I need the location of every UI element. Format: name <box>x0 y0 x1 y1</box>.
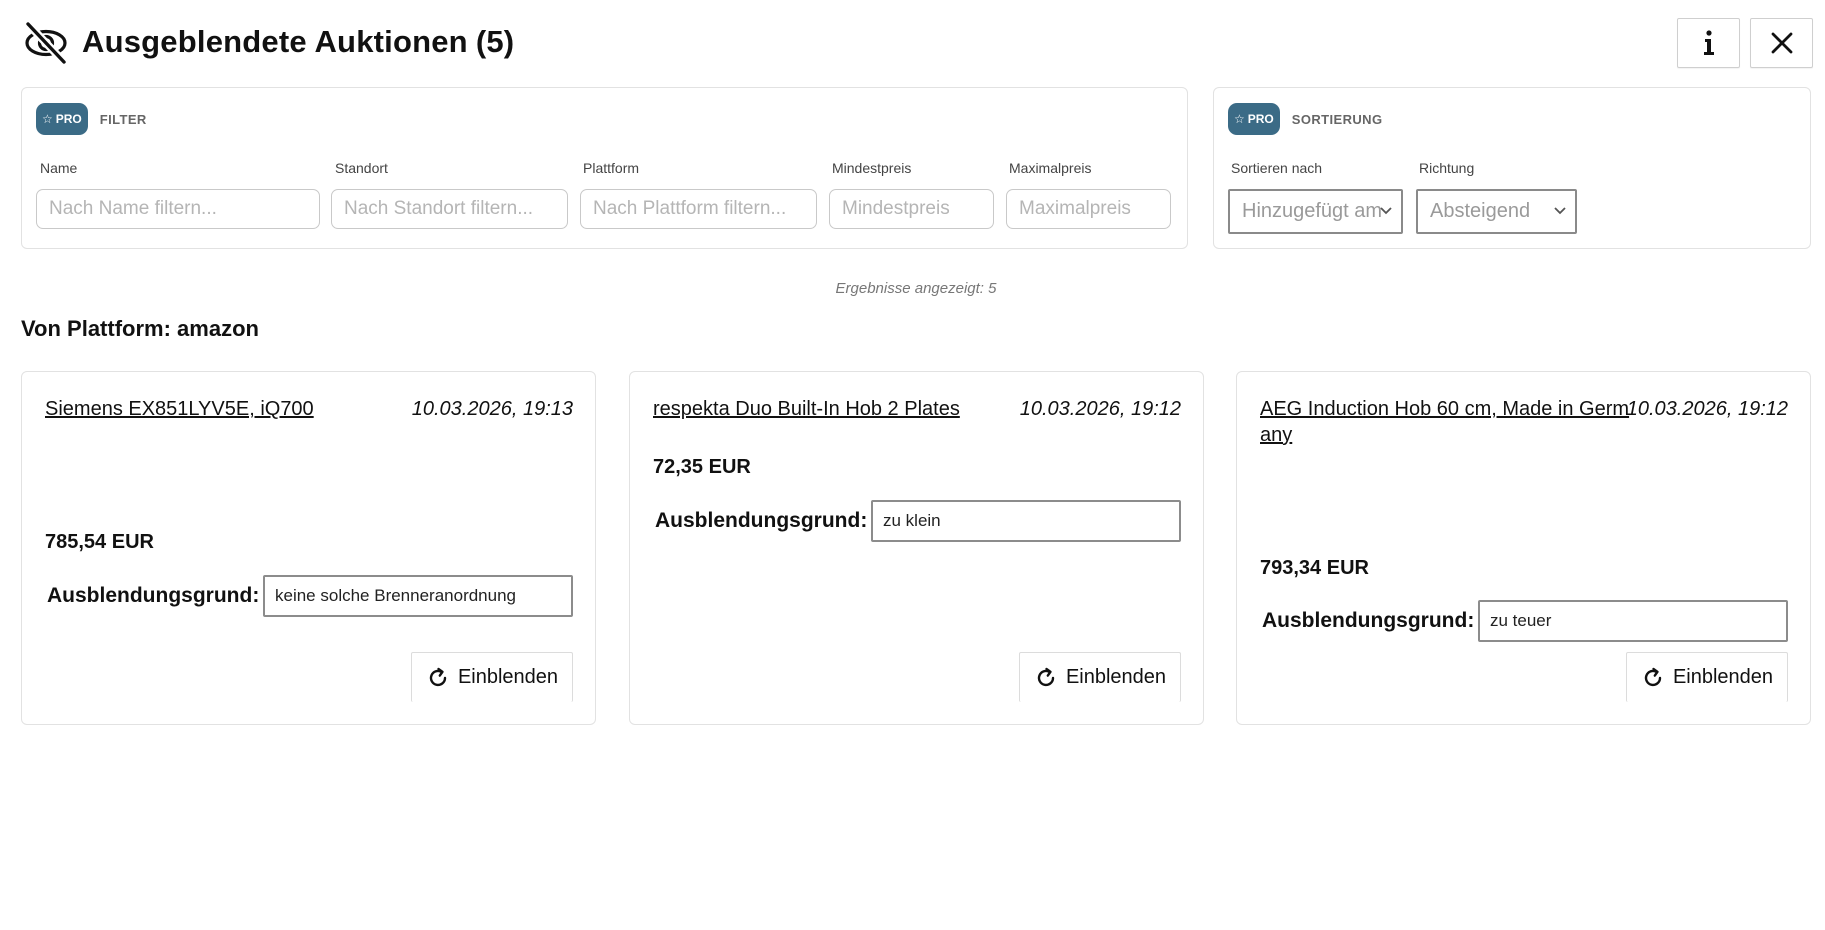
unhide-button[interactable]: Einblenden <box>1626 652 1788 702</box>
filter-platform-label: Plattform <box>583 160 640 176</box>
hide-reason-label: Ausblendungsgrund: <box>47 584 260 607</box>
filter-name-label: Name <box>40 160 78 176</box>
sort-by-value: Hinzugefügt am <box>1242 200 1383 222</box>
page-title-text: Ausgeblendete Auktionen <box>82 24 468 59</box>
filter-pro-badge: ☆ PRO <box>36 103 88 135</box>
sort-pro-badge: ☆ PRO <box>1228 103 1280 135</box>
sort-by-label: Sortieren nach <box>1231 160 1323 176</box>
auction-card: Siemens EX851LYV5E, iQ700 10.03.2026, 19… <box>21 371 596 725</box>
star-icon: ☆ <box>42 112 53 126</box>
filter-platform-input[interactable] <box>580 189 817 229</box>
close-button[interactable] <box>1750 18 1813 68</box>
filter-maxprice-label: Maximalpreis <box>1009 160 1092 176</box>
header: Ausgeblendete Auktionen (5) <box>22 18 514 66</box>
sort-pro-label: PRO <box>1247 112 1274 126</box>
filter-location-input[interactable] <box>331 189 568 229</box>
unhide-button-label: Einblenden <box>1672 666 1774 688</box>
refresh-icon <box>1037 667 1055 686</box>
filter-minprice-input[interactable] <box>829 189 994 229</box>
sort-header: ☆ PRO SORTIERUNG <box>1228 103 1382 135</box>
chevron-down-icon <box>1380 207 1392 215</box>
filter-title: FILTER <box>99 111 147 127</box>
filter-location-label: Standort <box>335 160 388 176</box>
unhide-button[interactable]: Einblenden <box>411 652 573 702</box>
star-icon: ☆ <box>1234 112 1245 126</box>
auction-price: 793,34 EUR <box>1260 557 1369 579</box>
auction-card: respekta Duo Built-In Hob 2 Plates 10.03… <box>629 371 1204 725</box>
auction-date: 10.03.2026, 19:12 <box>1626 398 1788 420</box>
results-count: Ergebnisse angezeigt: 5 <box>835 280 997 297</box>
hide-reason-input[interactable] <box>1478 600 1788 642</box>
hide-reason-input[interactable] <box>871 500 1181 542</box>
sort-direction-select[interactable]: Absteigend <box>1416 189 1577 234</box>
hide-reason-input[interactable] <box>263 575 573 617</box>
hide-reason-label: Ausblendungsgrund: <box>655 509 868 532</box>
auction-price: 72,35 EUR <box>653 456 751 478</box>
sort-direction-label: Richtung <box>1419 160 1475 176</box>
auction-date: 10.03.2026, 19:13 <box>411 398 573 420</box>
filter-name-input[interactable] <box>36 189 320 229</box>
filter-header: ☆ PRO FILTER <box>36 103 147 135</box>
sort-direction-value: Absteigend <box>1430 200 1531 222</box>
unhide-button-label: Einblenden <box>457 666 559 688</box>
unhide-button-label: Einblenden <box>1065 666 1167 688</box>
info-icon <box>1703 30 1714 55</box>
auction-title-link[interactable]: Siemens EX851LYV5E, iQ700 <box>45 396 425 422</box>
filter-minprice-label: Mindestpreis <box>832 160 912 176</box>
chevron-down-icon <box>1554 207 1566 215</box>
refresh-icon <box>1644 667 1662 686</box>
filter-maxprice-input[interactable] <box>1006 189 1171 229</box>
filter-panel: ☆ PRO FILTER Name Standort Plattform Min… <box>21 87 1188 249</box>
auction-date: 10.03.2026, 19:12 <box>1019 398 1181 420</box>
auction-title-link[interactable]: AEG Induction Hob 60 cm, Made in Germany <box>1260 396 1640 448</box>
info-button[interactable] <box>1677 18 1740 68</box>
close-icon <box>1771 32 1792 54</box>
platform-section-title: Von Plattform: amazon <box>21 316 259 341</box>
auction-price: 785,54 EUR <box>45 531 154 553</box>
hide-reason-label: Ausblendungsgrund: <box>1262 609 1475 632</box>
hidden-count: (5) <box>475 24 515 59</box>
filter-pro-label: PRO <box>55 112 82 126</box>
sort-by-select[interactable]: Hinzugefügt am <box>1228 189 1403 234</box>
unhide-button[interactable]: Einblenden <box>1019 652 1181 702</box>
sort-panel: ☆ PRO SORTIERUNG Sortieren nach Hinzugef… <box>1213 87 1811 249</box>
auction-title-link[interactable]: respekta Duo Built-In Hob 2 Plates <box>653 396 1033 422</box>
refresh-icon <box>429 667 447 686</box>
eye-off-icon <box>25 21 67 65</box>
sort-title: SORTIERUNG <box>1291 111 1383 127</box>
auction-card: AEG Induction Hob 60 cm, Made in Germany… <box>1236 371 1811 725</box>
page-title: Ausgeblendete Auktionen (5) <box>82 24 514 60</box>
